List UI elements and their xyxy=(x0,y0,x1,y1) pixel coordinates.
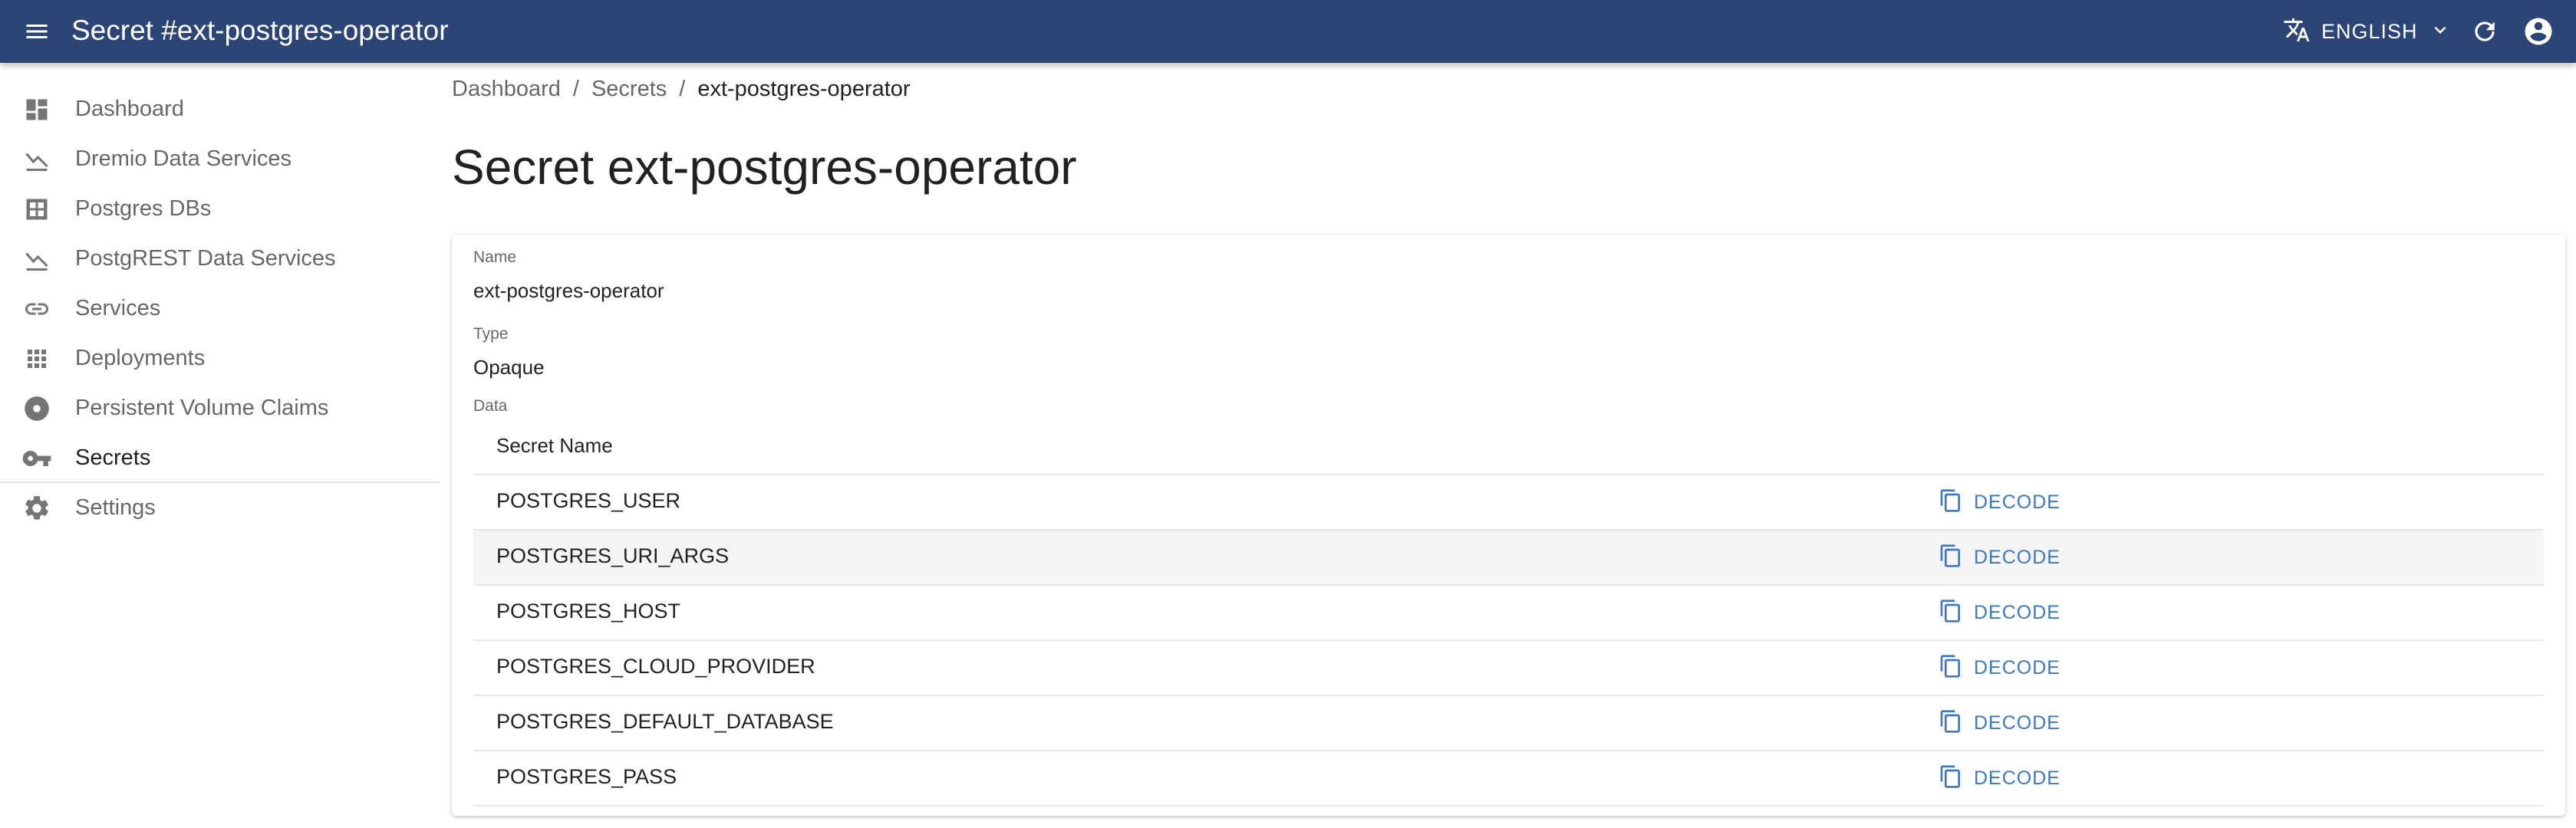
disc-icon xyxy=(21,393,52,424)
gear-icon xyxy=(21,493,52,524)
sidebar-item-services[interactable]: Services xyxy=(0,284,440,334)
decode-label: DECODE xyxy=(1974,601,2060,623)
sidebar-item-label: Services xyxy=(75,296,161,320)
secret-key-name: POSTGRES_CLOUD_PROVIDER xyxy=(496,655,815,678)
breadcrumb-dashboard[interactable]: Dashboard xyxy=(452,77,561,102)
breadcrumb: Dashboard / Secrets / ext-postgres-opera… xyxy=(452,77,911,102)
sidebar-item-label: Secrets xyxy=(75,445,151,470)
sidebar: Dashboard Dremio Data Services Postgres … xyxy=(0,63,440,828)
sidebar-item-label: Postgres DBs xyxy=(75,196,212,221)
breadcrumb-secrets[interactable]: Secrets xyxy=(591,77,667,102)
table-row: POSTGRES_HOST DECODE xyxy=(473,586,2544,641)
table-row: POSTGRES_DEFAULT_DATABASE DECODE xyxy=(473,696,2544,751)
page-title: Secret ext-postgres-operator xyxy=(452,140,1077,195)
table-row: POSTGRES_URI_ARGS DECODE xyxy=(473,531,2544,586)
decode-label: DECODE xyxy=(1974,491,2060,513)
breadcrumb-separator: / xyxy=(679,77,686,101)
secret-key-name: POSTGRES_HOST xyxy=(496,600,681,623)
menu-icon[interactable] xyxy=(18,13,55,50)
data-label: Data xyxy=(473,397,508,415)
type-label: Type xyxy=(473,325,509,343)
secret-key-name: POSTGRES_DEFAULT_DATABASE xyxy=(496,710,834,733)
sidebar-item-dremio-data-services[interactable]: Dremio Data Services xyxy=(0,134,440,184)
decode-button[interactable]: DECODE xyxy=(1929,483,2070,521)
table-row: POSTGRES_CLOUD_PROVIDER DECODE xyxy=(473,641,2544,696)
refresh-icon[interactable] xyxy=(2466,12,2504,51)
sidebar-item-label: Persistent Volume Claims xyxy=(75,396,329,420)
copy-icon xyxy=(1939,709,1963,738)
apps-grid-icon xyxy=(21,343,52,374)
translate-icon xyxy=(2283,16,2311,48)
decode-label: DECODE xyxy=(1974,656,2060,678)
type-value: Opaque xyxy=(473,356,545,379)
decode-button[interactable]: DECODE xyxy=(1929,704,2070,742)
dashboard-icon xyxy=(21,94,52,125)
sidebar-item-label: Deployments xyxy=(75,346,206,370)
chart-line-down-icon xyxy=(21,244,52,274)
secret-details-card: Name ext-postgres-operator Type Opaque D… xyxy=(452,235,2565,816)
table-header: Secret Name xyxy=(473,419,2544,475)
grid-box-icon xyxy=(21,194,52,225)
app-bar: Secret #ext-postgres-operator ENGLISH xyxy=(0,0,2576,63)
key-icon xyxy=(21,443,52,474)
chart-line-down-icon xyxy=(21,144,52,175)
sidebar-item-label: PostgREST Data Services xyxy=(75,246,336,271)
sidebar-item-settings[interactable]: Settings xyxy=(0,483,440,533)
sidebar-item-deployments[interactable]: Deployments xyxy=(0,334,440,383)
decode-button[interactable]: DECODE xyxy=(1929,593,2070,632)
name-label: Name xyxy=(473,248,517,266)
decode-button[interactable]: DECODE xyxy=(1929,538,2070,577)
chevron-down-icon xyxy=(2429,18,2452,45)
secrets-table: Secret Name POSTGRES_USER DECODE POSTGRE… xyxy=(473,419,2544,807)
breadcrumb-current: ext-postgres-operator xyxy=(697,77,911,101)
sidebar-item-postgrest-data-services[interactable]: PostgREST Data Services xyxy=(0,234,440,284)
copy-icon xyxy=(1939,654,1963,682)
column-header-secret-name: Secret Name xyxy=(496,434,613,457)
decode-button[interactable]: DECODE xyxy=(1929,649,2070,687)
account-circle-icon[interactable] xyxy=(2519,12,2558,51)
secret-key-name: POSTGRES_PASS xyxy=(496,765,677,788)
secret-key-name: POSTGRES_USER xyxy=(496,489,681,512)
name-value: ext-postgres-operator xyxy=(473,279,664,302)
secret-key-name: POSTGRES_URI_ARGS xyxy=(496,544,730,567)
decode-label: DECODE xyxy=(1974,711,2060,734)
sidebar-item-label: Settings xyxy=(75,495,156,520)
sidebar-item-label: Dashboard xyxy=(75,97,184,121)
sidebar-item-dashboard[interactable]: Dashboard xyxy=(0,84,440,134)
sidebar-item-persistent-volume-claims[interactable]: Persistent Volume Claims xyxy=(0,383,440,433)
breadcrumb-separator: / xyxy=(572,77,579,101)
app-title: Secret #ext-postgres-operator xyxy=(71,15,449,46)
sidebar-item-postgres-dbs[interactable]: Postgres DBs xyxy=(0,184,440,234)
language-selector[interactable]: ENGLISH xyxy=(2283,13,2452,50)
copy-icon xyxy=(1939,544,1963,572)
copy-icon xyxy=(1939,764,1963,793)
table-row: POSTGRES_PASS DECODE xyxy=(473,751,2544,807)
language-label: ENGLISH xyxy=(2321,19,2418,43)
sidebar-item-secrets[interactable]: Secrets xyxy=(0,433,440,483)
link-icon xyxy=(21,294,52,324)
decode-button[interactable]: DECODE xyxy=(1929,759,2070,797)
decode-label: DECODE xyxy=(1974,767,2060,789)
sidebar-item-label: Dremio Data Services xyxy=(75,146,292,171)
table-row: POSTGRES_USER DECODE xyxy=(473,475,2544,531)
copy-icon xyxy=(1939,599,1963,627)
decode-label: DECODE xyxy=(1974,546,2060,568)
copy-icon xyxy=(1939,488,1963,517)
